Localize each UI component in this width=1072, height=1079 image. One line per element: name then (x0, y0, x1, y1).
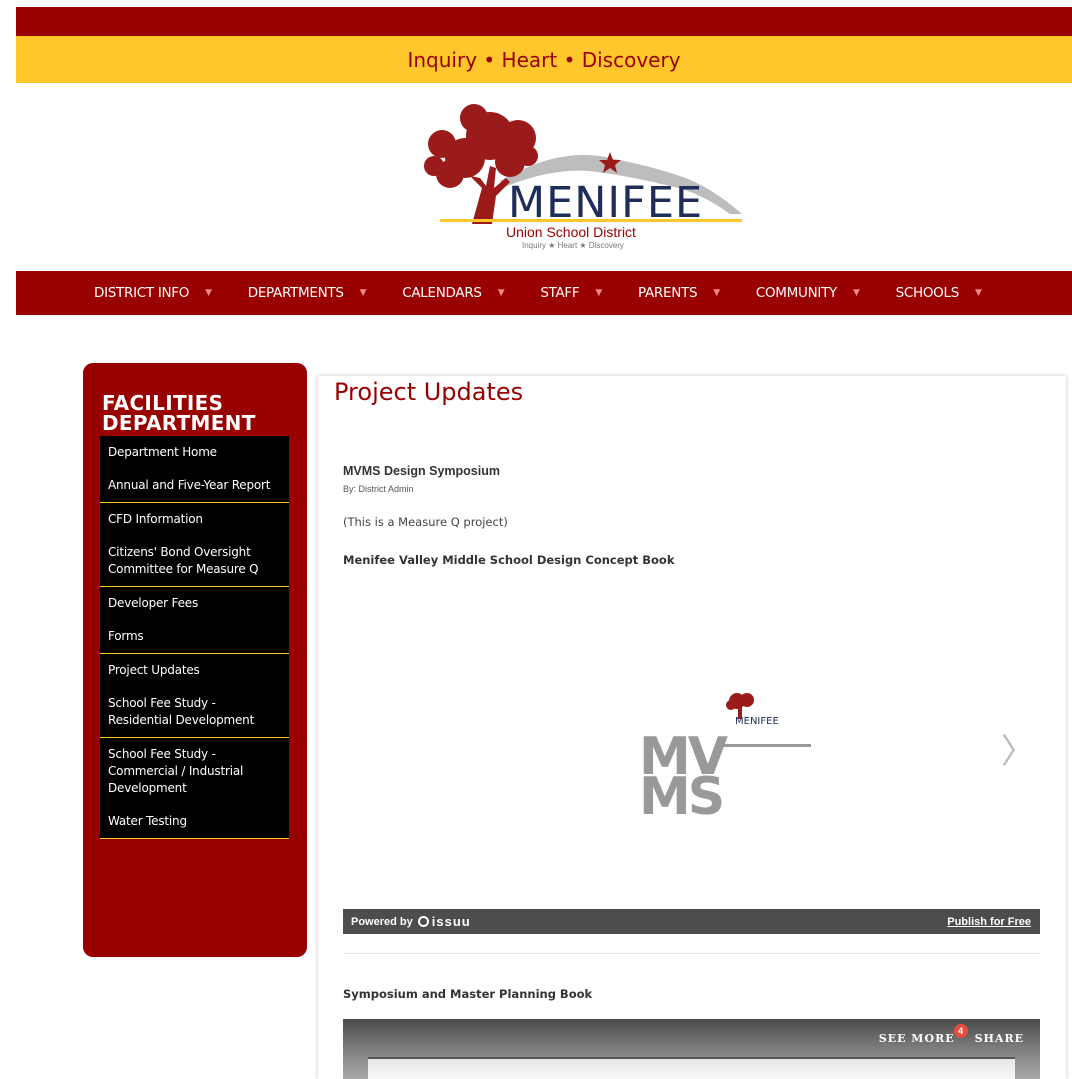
sidebar-menu: Department Home Annual and Five-Year Rep… (100, 436, 289, 839)
logo-subtitle: Union School District (506, 224, 636, 240)
sidebar-item-fee-study-commercial[interactable]: School Fee Study - Commercial / Industri… (100, 738, 289, 805)
see-more-count-badge: 4 (953, 1024, 968, 1038)
nav-label: SCHOOLS (895, 285, 960, 301)
cover-divider (719, 744, 811, 747)
chevron-down-icon: ▼ (359, 288, 367, 298)
share-button[interactable]: SHARE (975, 1032, 1024, 1045)
see-more-button[interactable]: SEE MORE 4 (878, 1024, 968, 1045)
page-title: Project Updates (334, 378, 524, 406)
sidebar-item-project-updates[interactable]: Project Updates (100, 654, 289, 687)
second-embed-viewer[interactable]: SEE MORE 4 SHARE (343, 1019, 1040, 1079)
nav-label: COMMUNITY (755, 285, 837, 301)
embed-actions: SEE MORE 4 SHARE (878, 1024, 1024, 1045)
chevron-right-icon[interactable]: 〉 (1001, 724, 1035, 773)
issuu-logo[interactable]: issuu (417, 914, 471, 929)
nav-item-community[interactable]: COMMUNITY ▼ (756, 285, 860, 301)
sidebar-item-water-testing[interactable]: Water Testing (100, 805, 289, 839)
issuu-viewer[interactable]: MENIFEE MV MS 〉 (343, 576, 1040, 908)
sidebar-item-forms[interactable]: Forms (100, 620, 289, 654)
publish-for-free-link[interactable]: Publish for Free (947, 916, 1031, 928)
post-title[interactable]: MVMS Design Symposium (343, 464, 500, 478)
nav-item-district-info[interactable]: DISTRICT INFO ▼ (94, 285, 212, 301)
powered-by: Powered by issuu (351, 914, 471, 929)
chevron-down-icon: ▼ (713, 288, 720, 298)
district-logo[interactable]: MENIFEE Union School District Inquiry ★ … (410, 96, 750, 266)
powered-by-label: Powered by (351, 915, 413, 928)
see-more-label: SEE MORE (878, 1032, 955, 1045)
sidebar-item-fee-study-residential[interactable]: School Fee Study - Residential Developme… (100, 687, 289, 738)
book2-heading: Symposium and Master Planning Book (343, 987, 593, 1001)
sidebar-item-department-home[interactable]: Department Home (100, 436, 289, 469)
section-divider (343, 953, 1040, 954)
chevron-down-icon: ▼ (974, 288, 982, 298)
main-nav: DISTRICT INFO ▼ DEPARTMENTS ▼ CALENDARS … (16, 271, 1072, 315)
logo-tagline: Inquiry ★ Heart ★ Discovery (522, 241, 624, 250)
post-byline: By: District Admin (343, 484, 414, 494)
nav-item-schools[interactable]: SCHOOLS ▼ (896, 285, 982, 301)
cover-title-line2: MS (639, 767, 725, 827)
chevron-down-icon: ▼ (497, 288, 505, 298)
nav-label: DISTRICT INFO (94, 285, 190, 301)
nav-label: DEPARTMENTS (247, 285, 344, 301)
nav-item-calendars[interactable]: CALENDARS ▼ (402, 285, 504, 301)
book-preview-image (368, 1057, 1015, 1079)
cover-brand: MENIFEE (735, 716, 779, 727)
nav-label: STAFF (540, 285, 580, 301)
facilities-sidebar: FACILITIES DEPARTMENT Department Home An… (83, 363, 307, 957)
sidebar-item-annual-report[interactable]: Annual and Five-Year Report (100, 469, 289, 503)
post-note: (This is a Measure Q project) (343, 515, 508, 529)
sidebar-item-cfd-information[interactable]: CFD Information (100, 503, 289, 536)
chevron-down-icon: ▼ (205, 288, 212, 298)
nav-label: CALENDARS (402, 285, 482, 301)
nav-item-parents[interactable]: PARENTS ▼ (638, 285, 720, 301)
sidebar-title-line1: FACILITIES (102, 391, 224, 415)
main-content: Project Updates MVMS Design Symposium By… (318, 376, 1066, 1079)
chevron-down-icon: ▼ (595, 288, 602, 298)
chevron-down-icon: ▼ (852, 288, 860, 298)
nav-item-departments[interactable]: DEPARTMENTS ▼ (248, 285, 367, 301)
issuu-logo-text: issuu (431, 914, 471, 929)
book-cover: MENIFEE MV MS (639, 691, 819, 831)
nav-label: PARENTS (637, 285, 698, 301)
book1-heading: Menifee Valley Middle School Design Conc… (343, 553, 675, 567)
top-red-bar (16, 7, 1072, 36)
tagline-text: Inquiry • Heart • Discovery (407, 47, 681, 72)
sidebar-item-developer-fees[interactable]: Developer Fees (100, 587, 289, 620)
nav-item-staff[interactable]: STAFF ▼ (540, 285, 602, 301)
sidebar-title-line2: DEPARTMENT (102, 411, 256, 435)
cover-title: MV MS (639, 731, 728, 827)
sidebar-item-bond-oversight[interactable]: Citizens' Bond Oversight Committee for M… (100, 536, 289, 587)
logo-name: MENIFEE (508, 178, 704, 228)
issuu-ring-icon (417, 916, 429, 927)
sidebar-title: FACILITIES DEPARTMENT (102, 393, 256, 433)
issuu-footer-bar: Powered by issuu Publish for Free (343, 909, 1040, 934)
tagline-bar: Inquiry • Heart • Discovery (16, 36, 1072, 83)
